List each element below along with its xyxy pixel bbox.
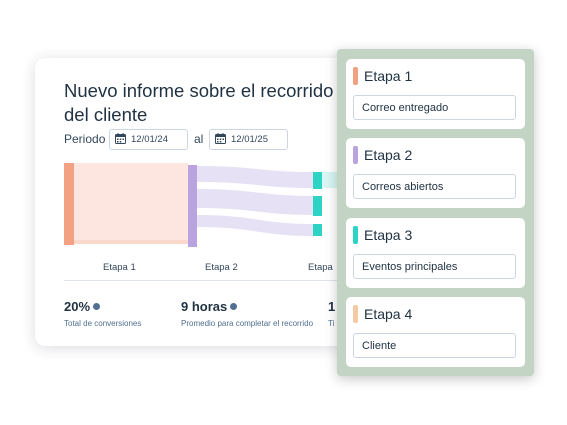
info-dot-icon[interactable]: [230, 303, 238, 310]
stage-event-value: Eventos principales: [362, 261, 458, 273]
stage-1-node: [64, 163, 74, 245]
chart-stage-label: Etapa: [308, 262, 333, 273]
metric-avg-time: 9 horas Promedio para completar el recor…: [181, 298, 313, 328]
metric-label: Ti: [328, 319, 335, 328]
stage-event-field[interactable]: Eventos principales: [353, 254, 516, 279]
metric-conversions: 20% Total de conversiones: [64, 298, 141, 328]
stage-3-node-b: [313, 196, 322, 216]
chart-stage-label: Etapa 2: [205, 262, 238, 273]
journey-sankey-chart: [64, 163, 355, 247]
stage-color-bar: [353, 226, 358, 244]
stage-title: Etapa 4: [364, 306, 413, 322]
stages-panel: Etapa 1 Correo entregado Etapa 2 Correos…: [337, 49, 534, 376]
stage-3-node-a: [313, 172, 322, 189]
stage-title: Etapa 1: [364, 68, 413, 84]
metric-value: 20%: [64, 299, 91, 314]
info-dot-icon[interactable]: [93, 303, 101, 310]
metric-third: 1 Ti: [328, 298, 336, 328]
journey-report-card: Nuevo informe sobre el recorrido del cli…: [35, 58, 355, 346]
metric-value: 1: [328, 299, 336, 314]
stage-event-value: Correo entregado: [362, 102, 449, 114]
stage-event-value: Correos abiertos: [362, 181, 444, 193]
chart-baseline: [64, 280, 355, 281]
flow-2-3c: [196, 215, 313, 236]
stage-event-field[interactable]: Correos abiertos: [353, 174, 516, 199]
flow-2-3a: [196, 166, 313, 188]
stage-color-bar: [353, 146, 358, 164]
stage-color-bar: [353, 305, 358, 323]
flow-1-2-bottom: [74, 240, 188, 244]
flow-1-2: [74, 163, 188, 240]
stage-card-1[interactable]: Etapa 1 Correo entregado: [346, 59, 525, 129]
stage-title: Etapa 2: [364, 147, 413, 163]
metric-value: 9 horas: [181, 299, 228, 314]
flow-2-3b: [196, 189, 313, 215]
metric-label: Total de conversiones: [64, 319, 142, 328]
stage-color-bar: [353, 67, 358, 85]
stage-card-2[interactable]: Etapa 2 Correos abiertos: [346, 138, 525, 208]
stage-event-field[interactable]: Cliente: [353, 333, 516, 358]
stage-title: Etapa 3: [364, 227, 413, 243]
stage-2-node: [188, 165, 197, 247]
chart-stage-label: Etapa 1: [103, 262, 136, 273]
stage-event-field[interactable]: Correo entregado: [353, 95, 516, 120]
metric-label: Promedio para completar el recorrido: [181, 319, 314, 328]
stage-card-4[interactable]: Etapa 4 Cliente: [346, 297, 525, 367]
stage-3-node-c: [313, 224, 322, 236]
stage-event-value: Cliente: [362, 340, 397, 352]
stage-card-3[interactable]: Etapa 3 Eventos principales: [346, 218, 525, 288]
